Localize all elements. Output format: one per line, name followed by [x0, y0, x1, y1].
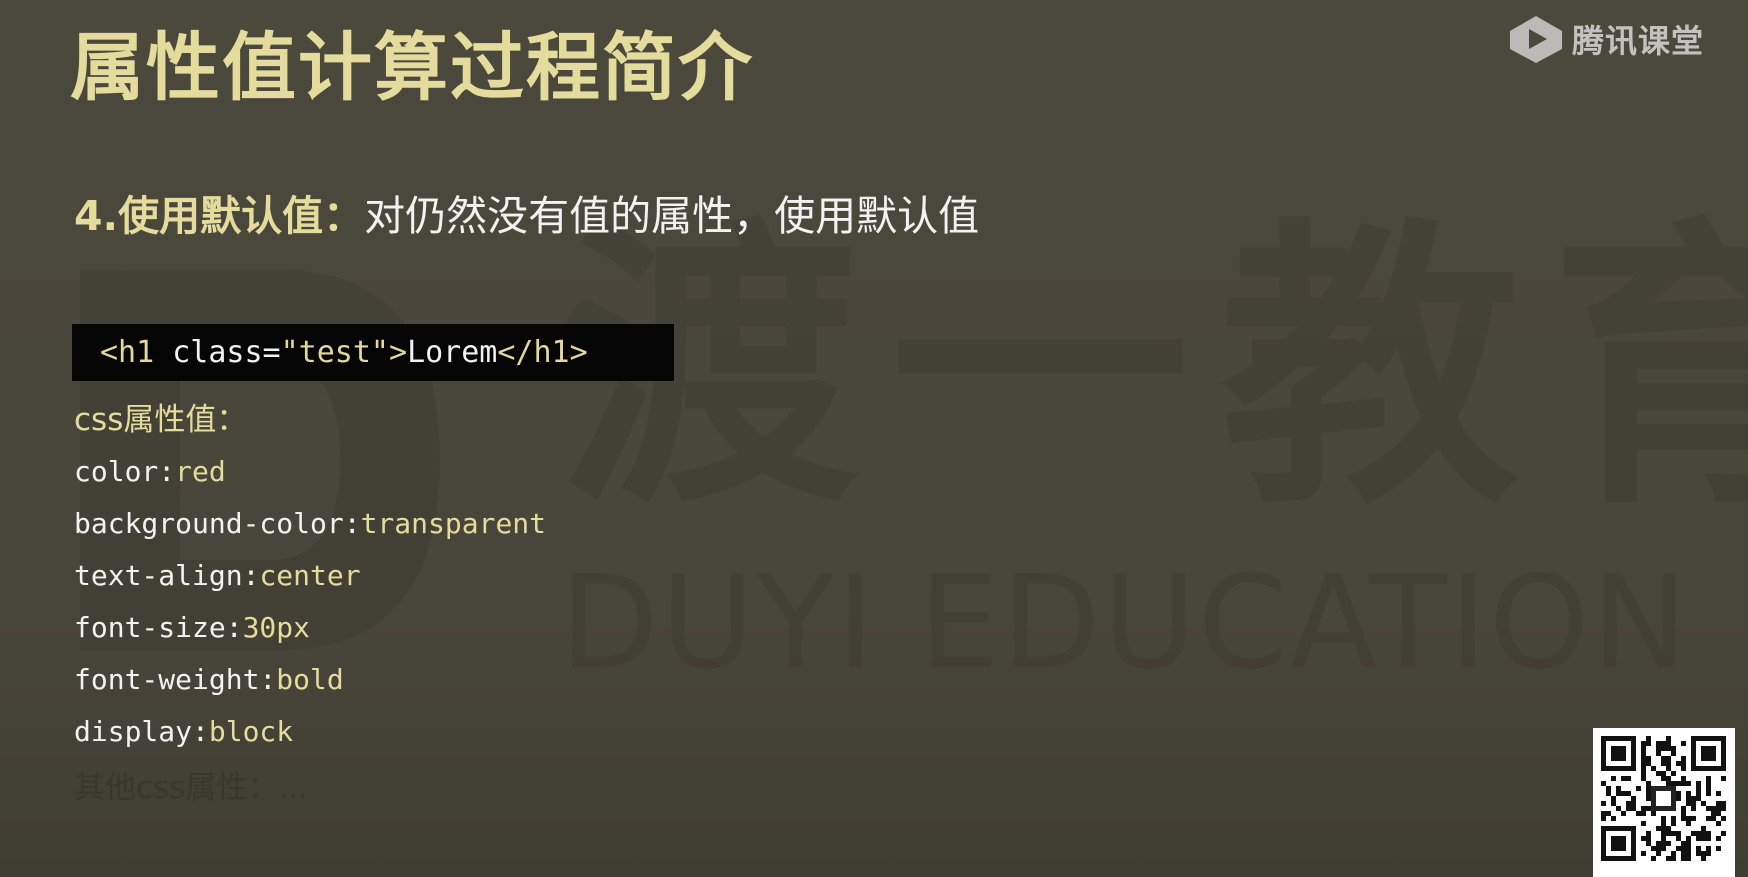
prop-row: color:red — [74, 446, 546, 498]
prop-row: background-color:transparent — [74, 498, 546, 550]
tencent-classroom-logo-icon — [1509, 16, 1562, 63]
brand-watermark: 腾讯课堂 — [1508, 14, 1704, 64]
prop-name: color: — [74, 455, 176, 488]
props-other: 其他css属性：... — [74, 770, 308, 806]
code-open-tag: <h1 — [100, 335, 155, 370]
qr-code-icon[interactable] — [1593, 728, 1735, 877]
prop-value: bold — [276, 663, 344, 696]
code-attr: class= — [172, 335, 281, 370]
prop-value: center — [259, 559, 361, 592]
code-attr-value: "test" — [280, 335, 389, 370]
prop-name: text-align: — [74, 559, 260, 592]
slide: 渡一教育 DUYI EDUCATION 属性值计算过程简介 腾讯课堂 4.使用默… — [0, 0, 1748, 877]
step-label: 4.使用默认值： — [74, 192, 365, 240]
prop-row: font-size:30px — [74, 602, 546, 654]
prop-name: font-weight: — [74, 663, 277, 696]
prop-name: display: — [74, 715, 209, 748]
code-snippet: <h1 class= "test" > Lorem </h1> — [72, 324, 674, 381]
step-text: 对仍然没有值的属性，使用默认值 — [364, 192, 980, 240]
step-line: 4.使用默认值：对仍然没有值的属性，使用默认值 — [74, 192, 979, 241]
code-close-tag: </h1> — [497, 335, 588, 370]
brand-text: 腾讯课堂 — [1571, 22, 1704, 60]
prop-value: 30px — [242, 611, 311, 644]
prop-row: display:block — [74, 706, 546, 758]
props-heading: css属性值： — [74, 402, 248, 438]
qr-code-graphic — [1601, 736, 1726, 861]
watermark-chinese: 渡一教育 — [560, 195, 1748, 544]
prop-row: font-weight:bold — [74, 654, 546, 706]
code-close-open: > — [389, 335, 408, 370]
slide-title: 属性值计算过程简介 — [70, 25, 754, 111]
prop-value: red — [175, 455, 226, 488]
code-content: Lorem — [407, 335, 498, 370]
prop-row: text-align:center — [74, 550, 546, 602]
prop-value: block — [208, 715, 294, 748]
prop-name: background-color: — [74, 507, 361, 540]
prop-name: font-size: — [74, 611, 243, 644]
watermark-english: DUYI EDUCATION — [560, 549, 1690, 698]
prop-value: transparent — [360, 507, 547, 540]
props-list: css属性值： color:red background-color:trans… — [74, 394, 546, 818]
